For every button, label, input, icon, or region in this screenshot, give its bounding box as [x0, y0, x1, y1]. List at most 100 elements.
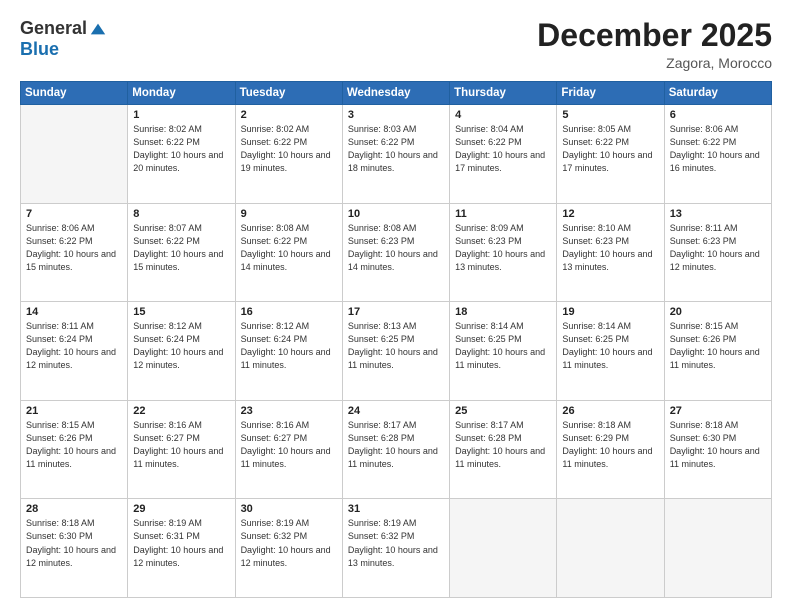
- calendar-cell: 20 Sunrise: 8:15 AMSunset: 6:26 PMDayligh…: [664, 302, 771, 401]
- day-number: 4: [455, 109, 551, 121]
- calendar-week-row: 21 Sunrise: 8:15 AMSunset: 6:26 PMDayligh…: [21, 400, 772, 499]
- day-number: 10: [348, 208, 444, 220]
- calendar-cell: 24 Sunrise: 8:17 AMSunset: 6:28 PMDayligh…: [342, 400, 449, 499]
- title-block: December 2025 Zagora, Morocco: [537, 18, 772, 71]
- day-number: 16: [241, 306, 337, 318]
- calendar-cell: 31 Sunrise: 8:19 AMSunset: 6:32 PMDayligh…: [342, 499, 449, 598]
- calendar-cell: 12 Sunrise: 8:10 AMSunset: 6:23 PMDayligh…: [557, 203, 664, 302]
- weekday-header-friday: Friday: [557, 82, 664, 105]
- day-info: Sunrise: 8:08 AMSunset: 6:22 PMDaylight:…: [241, 222, 337, 274]
- calendar-cell: 4 Sunrise: 8:04 AMSunset: 6:22 PMDaylight…: [450, 105, 557, 204]
- day-number: 27: [670, 405, 766, 417]
- day-info: Sunrise: 8:10 AMSunset: 6:23 PMDaylight:…: [562, 222, 658, 274]
- day-number: 26: [562, 405, 658, 417]
- day-info: Sunrise: 8:15 AMSunset: 6:26 PMDaylight:…: [670, 320, 766, 372]
- weekday-header-sunday: Sunday: [21, 82, 128, 105]
- day-number: 7: [26, 208, 122, 220]
- calendar-cell: 17 Sunrise: 8:13 AMSunset: 6:25 PMDayligh…: [342, 302, 449, 401]
- day-info: Sunrise: 8:06 AMSunset: 6:22 PMDaylight:…: [670, 123, 766, 175]
- day-number: 25: [455, 405, 551, 417]
- day-info: Sunrise: 8:03 AMSunset: 6:22 PMDaylight:…: [348, 123, 444, 175]
- calendar-header-row: SundayMondayTuesdayWednesdayThursdayFrid…: [21, 82, 772, 105]
- calendar-cell: 30Sunrise: 8:19 AMSunset: 6:32 PMDayligh…: [235, 499, 342, 598]
- day-info: Sunrise: 8:18 AMSunset: 6:29 PMDaylight:…: [562, 419, 658, 471]
- day-info: Sunrise: 8:13 AMSunset: 6:25 PMDaylight:…: [348, 320, 444, 372]
- day-info: Sunrise: 8:18 AMSunset: 6:30 PMDaylight:…: [26, 517, 122, 569]
- calendar-cell: [557, 499, 664, 598]
- day-number: 3: [348, 109, 444, 121]
- day-info: Sunrise: 8:06 AMSunset: 6:22 PMDaylight:…: [26, 222, 122, 274]
- day-number: 5: [562, 109, 658, 121]
- day-info: Sunrise: 8:12 AMSunset: 6:24 PMDaylight:…: [241, 320, 337, 372]
- day-number: 12: [562, 208, 658, 220]
- day-info: Sunrise: 8:19 AMSunset: 6:31 PMDaylight:…: [133, 517, 229, 569]
- day-info: Sunrise: 8:19 AMSunset: 6:32 PMDaylight:…: [241, 517, 337, 569]
- calendar-week-row: 14 Sunrise: 8:11 AMSunset: 6:24 PMDayligh…: [21, 302, 772, 401]
- location: Zagora, Morocco: [537, 55, 772, 71]
- day-number: 23: [241, 405, 337, 417]
- calendar-cell: 28 Sunrise: 8:18 AMSunset: 6:30 PMDayligh…: [21, 499, 128, 598]
- day-number: 15: [133, 306, 229, 318]
- day-number: 24: [348, 405, 444, 417]
- day-number: 20: [670, 306, 766, 318]
- day-number: 13: [670, 208, 766, 220]
- day-info: Sunrise: 8:19 AMSunset: 6:32 PMDaylight:…: [348, 517, 444, 569]
- calendar-cell: 2 Sunrise: 8:02 AMSunset: 6:22 PMDaylight…: [235, 105, 342, 204]
- logo-general-text: General: [20, 18, 87, 39]
- day-number: 22: [133, 405, 229, 417]
- day-info: Sunrise: 8:09 AMSunset: 6:23 PMDaylight:…: [455, 222, 551, 274]
- day-info: Sunrise: 8:18 AMSunset: 6:30 PMDaylight:…: [670, 419, 766, 471]
- day-number: 31: [348, 503, 444, 515]
- weekday-header-monday: Monday: [128, 82, 235, 105]
- month-title: December 2025: [537, 18, 772, 53]
- day-info: Sunrise: 8:16 AMSunset: 6:27 PMDaylight:…: [241, 419, 337, 471]
- day-number: 21: [26, 405, 122, 417]
- calendar-cell: 13 Sunrise: 8:11 AMSunset: 6:23 PMDayligh…: [664, 203, 771, 302]
- day-number: 19: [562, 306, 658, 318]
- day-number: 14: [26, 306, 122, 318]
- day-info: Sunrise: 8:15 AMSunset: 6:26 PMDaylight:…: [26, 419, 122, 471]
- calendar-cell: 19 Sunrise: 8:14 AMSunset: 6:25 PMDayligh…: [557, 302, 664, 401]
- day-info: Sunrise: 8:04 AMSunset: 6:22 PMDaylight:…: [455, 123, 551, 175]
- day-info: Sunrise: 8:02 AMSunset: 6:22 PMDaylight:…: [241, 123, 337, 175]
- day-info: Sunrise: 8:14 AMSunset: 6:25 PMDaylight:…: [562, 320, 658, 372]
- logo-blue-text: Blue: [20, 39, 59, 60]
- calendar-cell: 7 Sunrise: 8:06 AMSunset: 6:22 PMDaylight…: [21, 203, 128, 302]
- day-info: Sunrise: 8:11 AMSunset: 6:23 PMDaylight:…: [670, 222, 766, 274]
- day-number: 17: [348, 306, 444, 318]
- day-number: 28: [26, 503, 122, 515]
- calendar-cell: 11Sunrise: 8:09 AMSunset: 6:23 PMDayligh…: [450, 203, 557, 302]
- day-info: Sunrise: 8:12 AMSunset: 6:24 PMDaylight:…: [133, 320, 229, 372]
- calendar-week-row: 28 Sunrise: 8:18 AMSunset: 6:30 PMDayligh…: [21, 499, 772, 598]
- calendar-cell: 29 Sunrise: 8:19 AMSunset: 6:31 PMDayligh…: [128, 499, 235, 598]
- calendar-table: SundayMondayTuesdayWednesdayThursdayFrid…: [20, 81, 772, 598]
- day-info: Sunrise: 8:14 AMSunset: 6:25 PMDaylight:…: [455, 320, 551, 372]
- calendar-cell: [450, 499, 557, 598]
- calendar-cell: 9 Sunrise: 8:08 AMSunset: 6:22 PMDaylight…: [235, 203, 342, 302]
- calendar-cell: 1Sunrise: 8:02 AMSunset: 6:22 PMDaylight…: [128, 105, 235, 204]
- page: General Blue December 2025 Zagora, Moroc…: [0, 0, 792, 612]
- day-number: 6: [670, 109, 766, 121]
- calendar-cell: 22 Sunrise: 8:16 AMSunset: 6:27 PMDayligh…: [128, 400, 235, 499]
- weekday-header-thursday: Thursday: [450, 82, 557, 105]
- calendar-cell: 8Sunrise: 8:07 AMSunset: 6:22 PMDaylight…: [128, 203, 235, 302]
- day-number: 2: [241, 109, 337, 121]
- calendar-cell: 18Sunrise: 8:14 AMSunset: 6:25 PMDayligh…: [450, 302, 557, 401]
- calendar-week-row: 1 Sunrise: 8:02 AMSunset: 6:22 PMDaylight…: [21, 105, 772, 204]
- calendar-cell: 25Sunrise: 8:17 AMSunset: 6:28 PMDayligh…: [450, 400, 557, 499]
- calendar-cell: 27 Sunrise: 8:18 AMSunset: 6:30 PMDayligh…: [664, 400, 771, 499]
- logo: General Blue: [20, 18, 107, 60]
- day-info: Sunrise: 8:11 AMSunset: 6:24 PMDaylight:…: [26, 320, 122, 372]
- calendar-cell: 26 Sunrise: 8:18 AMSunset: 6:29 PMDayligh…: [557, 400, 664, 499]
- calendar-cell: 21 Sunrise: 8:15 AMSunset: 6:26 PMDayligh…: [21, 400, 128, 499]
- calendar-cell: 10Sunrise: 8:08 AMSunset: 6:23 PMDayligh…: [342, 203, 449, 302]
- day-info: Sunrise: 8:17 AMSunset: 6:28 PMDaylight:…: [348, 419, 444, 471]
- weekday-header-saturday: Saturday: [664, 82, 771, 105]
- day-number: 1: [133, 109, 229, 121]
- day-number: 29: [133, 503, 229, 515]
- day-info: Sunrise: 8:16 AMSunset: 6:27 PMDaylight:…: [133, 419, 229, 471]
- calendar-cell: 16 Sunrise: 8:12 AMSunset: 6:24 PMDayligh…: [235, 302, 342, 401]
- calendar-cell: 6 Sunrise: 8:06 AMSunset: 6:22 PMDaylight…: [664, 105, 771, 204]
- day-number: 9: [241, 208, 337, 220]
- calendar-cell: [664, 499, 771, 598]
